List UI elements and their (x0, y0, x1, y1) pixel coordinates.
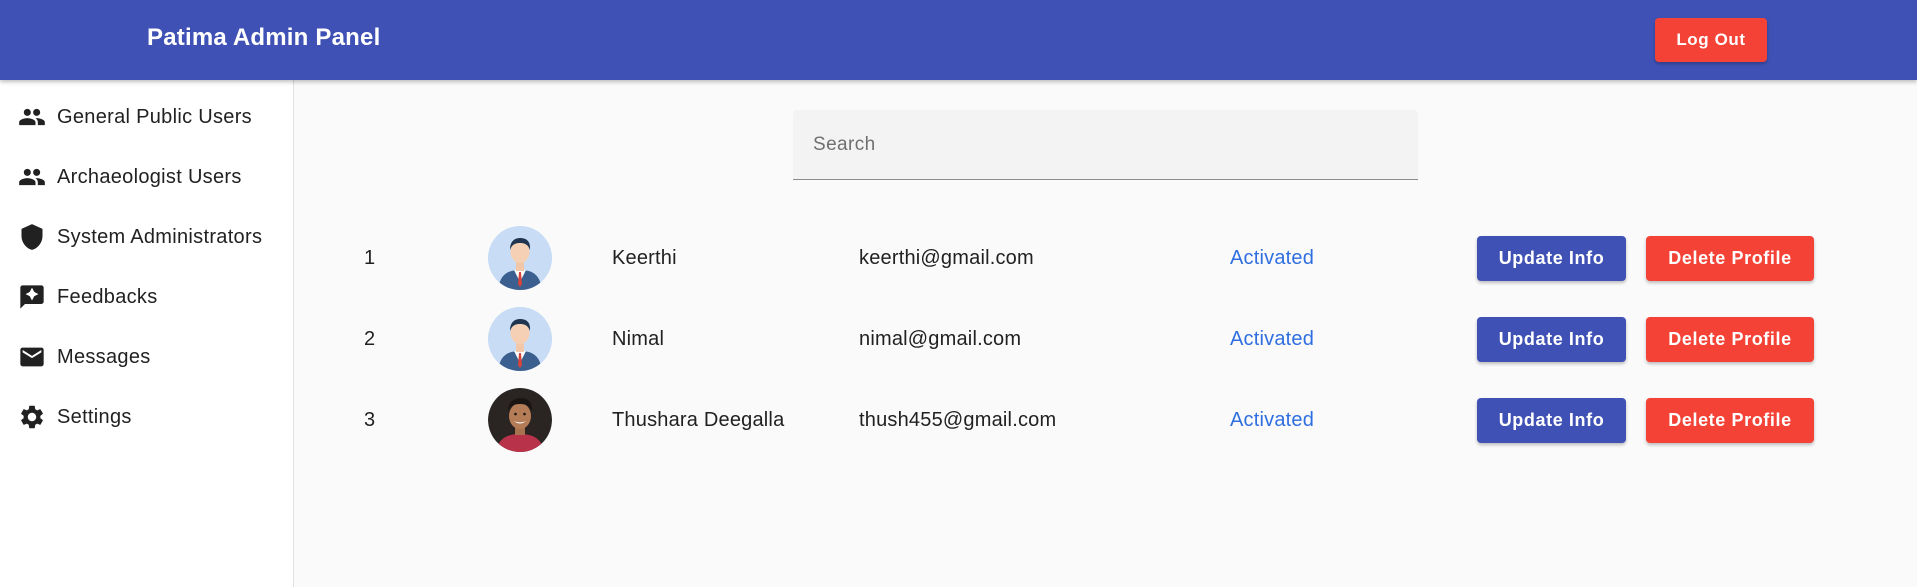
sidebar-item-label: Feedbacks (57, 285, 158, 308)
sidebar-item-settings[interactable]: Settings (0, 389, 293, 445)
sidebar-item-system-administrators[interactable]: System Administrators (0, 209, 293, 265)
sidebar-item-label: Archaeologist Users (57, 165, 242, 188)
logout-button[interactable]: Log Out (1655, 18, 1767, 62)
table-row: 1 Keerthi keerthi@gmail.com Activated Up… (295, 218, 1917, 298)
user-name: Thushara Deegalla (612, 408, 785, 431)
status-link[interactable]: Activated (1230, 380, 1314, 460)
table-row: 3 Thushara Deegalla thush455@gmail.com A… (295, 380, 1917, 460)
sidebar-item-label: Messages (57, 345, 151, 368)
sidebar-item-messages[interactable]: Messages (0, 329, 293, 385)
user-email: thush455@gmail.com (859, 408, 1057, 431)
app-title: Patima Admin Panel (147, 24, 381, 51)
update-info-button[interactable]: Update Info (1477, 317, 1626, 362)
avatar (488, 388, 552, 452)
delete-profile-button[interactable]: Delete Profile (1646, 398, 1814, 443)
search-field[interactable] (793, 110, 1418, 180)
sidebar-item-label: General Public Users (57, 105, 252, 128)
user-name: Nimal (612, 327, 665, 350)
delete-profile-button[interactable]: Delete Profile (1646, 236, 1814, 281)
people-icon (18, 103, 46, 131)
row-index: 3 (364, 408, 376, 431)
avatar (488, 226, 552, 290)
people-icon (18, 163, 46, 191)
gear-icon (18, 403, 46, 431)
user-email: nimal@gmail.com (859, 327, 1022, 350)
feedback-icon (18, 283, 46, 311)
app-bar: Patima Admin Panel Log Out (0, 0, 1917, 80)
sidebar-item-label: System Administrators (57, 225, 263, 248)
status-link[interactable]: Activated (1230, 299, 1314, 379)
shield-icon (18, 223, 46, 251)
sidebar-item-feedbacks[interactable]: Feedbacks (0, 269, 293, 325)
update-info-button[interactable]: Update Info (1477, 398, 1626, 443)
sidebar-item-archaeologist-users[interactable]: Archaeologist Users (0, 149, 293, 205)
row-index: 2 (364, 327, 376, 350)
sidebar: General Public Users Archaeologist Users… (0, 80, 294, 587)
search-input[interactable] (793, 110, 1418, 179)
sidebar-item-general-public-users[interactable]: General Public Users (0, 89, 293, 145)
row-index: 1 (364, 246, 376, 269)
mail-icon (18, 343, 46, 371)
user-email: keerthi@gmail.com (859, 246, 1034, 269)
sidebar-item-label: Settings (57, 405, 132, 428)
user-name: Keerthi (612, 246, 677, 269)
table-row: 2 Nimal nimal@gmail.com Activated Update… (295, 299, 1917, 379)
delete-profile-button[interactable]: Delete Profile (1646, 317, 1814, 362)
status-link[interactable]: Activated (1230, 218, 1314, 298)
update-info-button[interactable]: Update Info (1477, 236, 1626, 281)
avatar (488, 307, 552, 371)
